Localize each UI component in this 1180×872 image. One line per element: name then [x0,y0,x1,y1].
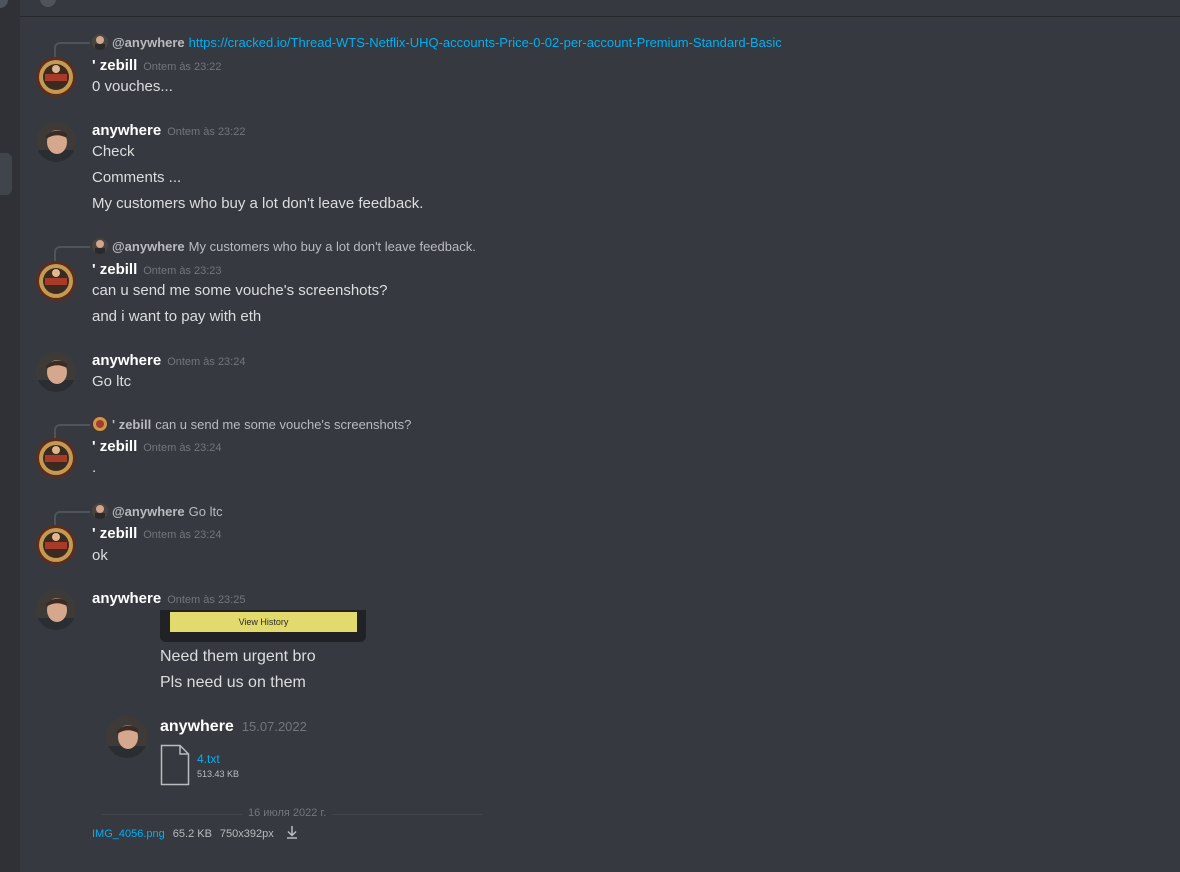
message-text: ok [92,547,108,564]
avatar-zebill[interactable] [36,525,76,565]
reply-preview[interactable]: @anywhere Go ltc [54,503,223,527]
message-header: ' zebill Ontem às 23:22 [92,57,222,75]
reply-link[interactable]: https://cracked.io/Thread-WTS-Netflix-UH… [189,35,782,50]
username[interactable]: anywhere [92,352,161,369]
reply-avatar [92,34,108,50]
message-list: @anywhere https://cracked.io/Thread-WTS-N… [20,17,1180,872]
screenshot-text: Need them urgent bro [160,648,316,665]
server-sidebar-strip [0,0,20,872]
download-icon[interactable] [286,825,298,842]
file-name: 4.txt [197,752,220,766]
timestamp: Ontem às 23:24 [167,356,246,368]
timestamp: Ontem às 23:25 [167,594,246,606]
message-text: 0 vouches... [92,78,173,95]
screenshot-text: Pls need us on them [160,674,306,691]
message-text: . [92,459,97,476]
avatar-zebill[interactable] [36,57,76,97]
avatar-zebill[interactable] [36,261,76,301]
timestamp: Ontem às 23:22 [143,61,222,73]
channel-header [20,0,1180,17]
view-history-button: View History [170,612,357,632]
embedded-screenshot[interactable]: View History [160,610,366,642]
message-header: ' zebill Ontem às 23:24 [92,438,222,456]
username[interactable]: ' zebill [92,525,137,542]
screenshot-avatar-anywhere [106,716,148,758]
reply-author[interactable]: @anywhere [112,504,185,519]
date-divider-label: 16 июля 2022 г. [242,807,333,819]
reply-text: Go ltc [188,504,223,519]
message-text: can u send me some vouche's screenshots? [92,282,388,299]
screenshot-header: anywhere 15.07.2022 [160,718,307,736]
message-header: ' zebill Ontem às 23:24 [92,525,222,543]
reply-author[interactable]: ' zebill [112,417,151,432]
username[interactable]: anywhere [92,590,161,607]
reply-author[interactable]: @anywhere [112,239,185,254]
message-header: anywhere Ontem às 23:25 [92,590,245,608]
screenshot-timestamp: 15.07.2022 [241,719,307,734]
username[interactable]: ' zebill [92,261,137,278]
message-text: Comments ... [92,169,182,186]
timestamp: Ontem às 23:24 [143,442,222,454]
screenshot-username: anywhere [160,718,234,735]
timestamp: Ontem às 23:24 [143,529,222,541]
reply-preview[interactable]: @anywhere My customers who buy a lot don'… [54,238,476,262]
sidebar-pill[interactable] [0,153,12,195]
username[interactable]: ' zebill [92,438,137,455]
username[interactable]: ' zebill [92,57,137,74]
message-header: anywhere Ontem às 23:24 [92,352,245,370]
reply-avatar [92,238,108,254]
message-text: Check [92,143,135,160]
sidebar-corner-icon [0,0,8,8]
reply-text: can u send me some vouche's screenshots? [155,417,412,432]
timestamp: Ontem às 23:22 [167,126,246,138]
avatar-anywhere[interactable] [36,590,76,630]
reply-text: My customers who buy a lot don't leave f… [188,239,476,254]
username[interactable]: anywhere [92,122,161,139]
message-text: My customers who buy a lot don't leave f… [92,195,424,212]
avatar-anywhere[interactable] [36,352,76,392]
reply-avatar [92,503,108,519]
reply-author[interactable]: @anywhere [112,35,185,50]
avatar-anywhere[interactable] [36,122,76,162]
timestamp: Ontem às 23:23 [143,265,222,277]
reply-avatar [92,416,108,432]
message-header: anywhere Ontem às 23:22 [92,122,245,140]
file-size: 513.43 KB [197,769,240,779]
header-icon[interactable] [40,0,56,7]
message-header: ' zebill Ontem às 23:23 [92,261,222,279]
message-text: and i want to pay with eth [92,308,262,325]
message-text: Go ltc [92,373,132,390]
attachment-size: 65.2 KB [172,828,212,840]
attachment-name[interactable]: IMG_4056.png [92,828,165,840]
reply-preview[interactable]: @anywhere https://cracked.io/Thread-WTS-N… [54,34,782,58]
image-attachment-info: IMG_4056.png 65.2 KB 750x392px [92,825,298,842]
avatar-zebill[interactable] [36,438,76,478]
file-icon [160,744,190,786]
reply-preview[interactable]: ' zebill can u send me some vouche's scre… [54,416,412,440]
attachment-dimensions: 750x392px [219,828,274,840]
